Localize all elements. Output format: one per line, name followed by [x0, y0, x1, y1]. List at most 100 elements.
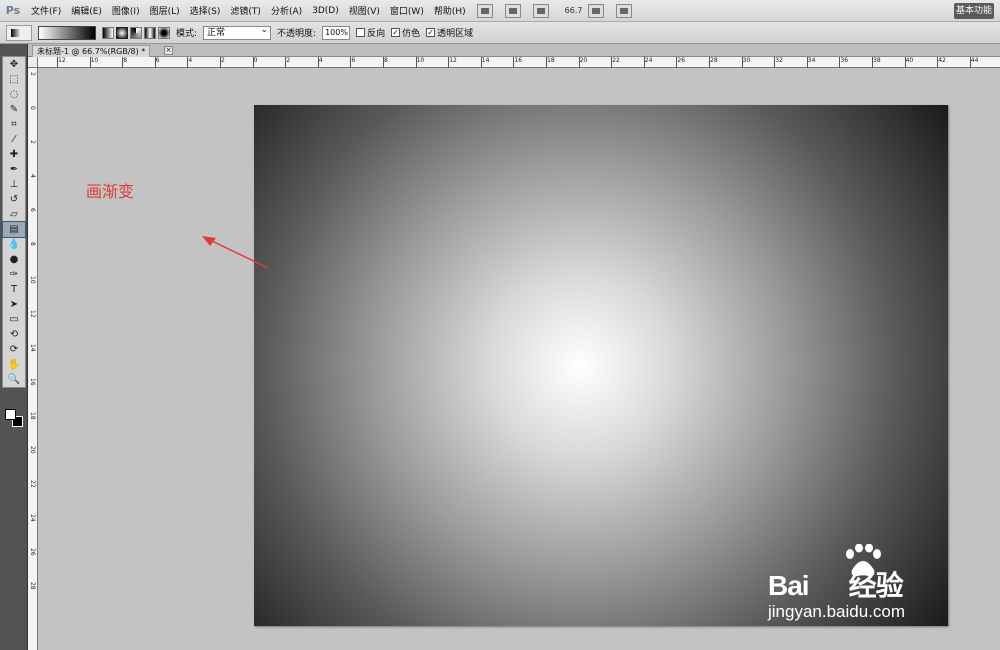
radial-gradient-button[interactable]	[116, 26, 128, 39]
annotation-arrow-icon	[202, 236, 269, 269]
pen-tool-icon[interactable]: ✑	[3, 267, 25, 282]
angle-gradient-button[interactable]	[130, 26, 142, 39]
menu-select[interactable]: 选择(S)	[185, 4, 226, 17]
mode-label: 模式:	[176, 29, 198, 39]
tool-preset-picker[interactable]	[6, 24, 32, 41]
lasso-tool-icon[interactable]: ◌	[3, 87, 25, 102]
zoom-tool-icon[interactable]: 🔍	[3, 372, 25, 387]
ruler-tick-label: 40	[904, 57, 914, 68]
zoom-level[interactable]: 66.7	[565, 6, 583, 15]
dither-label: 仿色	[402, 29, 421, 39]
foreground-color-swatch[interactable]	[5, 409, 16, 420]
screen-mode-button[interactable]	[616, 3, 633, 18]
ruler-tick-label: 24	[29, 514, 36, 522]
menu-filter[interactable]: 滤镜(T)	[225, 4, 266, 17]
workspace-switcher[interactable]: 基本功能	[954, 3, 994, 19]
blur-tool-icon[interactable]: 💧	[3, 237, 25, 252]
dither-box[interactable]: ✓	[391, 28, 401, 37]
path-select-tool-icon[interactable]: ➤	[3, 297, 25, 312]
reverse-box[interactable]	[356, 28, 366, 37]
ruler-tick-label: 28	[29, 582, 36, 590]
tools-panel: ✥ ⬚ ◌ ✎ ⌗ ⁄ ✚ ✒ ⊥ ↺ ▱ ▤ 💧 ● ✑ T ➤ ▭ ⟲ ⟳ …	[0, 44, 28, 650]
app-logo: Ps	[5, 4, 21, 17]
ruler-tick-label: 12	[57, 57, 66, 68]
ruler-tick-label: 34	[806, 57, 816, 68]
menu-file[interactable]: 文件(F)	[26, 4, 66, 17]
quick-select-tool-icon[interactable]: ✎	[3, 102, 25, 117]
document-tab[interactable]: 未标题-1 @ 66.7%(RGB/8) *	[32, 45, 151, 57]
document-tab-bar: 未标题-1 @ 66.7%(RGB/8) * ×	[28, 44, 1000, 57]
tools-list: ✥ ⬚ ◌ ✎ ⌗ ⁄ ✚ ✒ ⊥ ↺ ▱ ▤ 💧 ● ✑ T ➤ ▭ ⟲ ⟳ …	[2, 56, 26, 388]
mini-bridge-button[interactable]	[504, 3, 521, 18]
ruler-tick-label: 38	[872, 57, 881, 68]
options-bar: 模式: 正常 不透明度: 100% 反向 ✓仿色 ✓透明区域	[0, 22, 1000, 44]
crop-tool-icon[interactable]: ⌗	[3, 117, 25, 132]
ruler-tick-label: 20	[29, 446, 36, 454]
reverse-checkbox[interactable]: 反向	[356, 26, 385, 39]
annotation-label: 画渐变	[86, 182, 135, 201]
eyedropper-tool-icon[interactable]: ⁄	[3, 132, 25, 147]
marquee-tool-icon[interactable]: ⬚	[3, 72, 25, 87]
ruler-tick-label: 28	[709, 57, 718, 68]
gradient-editor-swatch[interactable]	[38, 25, 96, 40]
ruler-tick-label: 0	[252, 57, 258, 68]
ruler-tick-label: 10	[415, 57, 425, 68]
eraser-tool-icon[interactable]: ▱	[3, 207, 25, 222]
arrange-documents-button[interactable]	[588, 3, 605, 18]
menu-edit[interactable]: 编辑(E)	[66, 4, 107, 17]
ruler-tick-label: 42	[937, 57, 946, 68]
ruler-tick-label: 10	[29, 276, 36, 284]
3d-rotate-tool-icon[interactable]: ⟲	[3, 327, 25, 342]
ruler-tick-label: 18	[546, 57, 555, 68]
3d-orbit-tool-icon[interactable]: ⟳	[3, 342, 25, 357]
watermark-brand-bai: Bai	[768, 570, 810, 601]
reflected-gradient-button[interactable]	[144, 26, 156, 39]
dither-checkbox[interactable]: ✓ 仿色	[391, 26, 420, 39]
transparency-label: 透明区域	[437, 29, 474, 39]
ruler-origin[interactable]	[28, 57, 38, 68]
mode-select[interactable]: 正常	[203, 24, 272, 40]
ruler-tick-label: 8	[122, 57, 128, 68]
ruler-tick-label: 30	[741, 57, 751, 68]
brush-tool-icon[interactable]: ✒	[3, 162, 25, 177]
dodge-tool-icon[interactable]: ●	[3, 252, 25, 267]
healing-brush-tool-icon[interactable]: ✚	[3, 147, 25, 162]
transparency-checkbox[interactable]: ✓ 透明区域	[426, 26, 473, 39]
menu-image[interactable]: 图像(I)	[107, 4, 145, 17]
ruler-tick-label: 36	[839, 57, 849, 68]
type-tool-icon[interactable]: T	[3, 282, 25, 297]
ruler-tick-label: 32	[774, 57, 783, 68]
horizontal-ruler[interactable]: 12 10 8 6 4 2 0 2 4 6 8 10 12 14 16 18 20 22 24 26 28 30 32 34 3…	[38, 57, 1000, 68]
linear-gradient-button[interactable]	[102, 26, 114, 39]
ruler-tick-label: 14	[480, 57, 490, 68]
shape-tool-icon[interactable]: ▭	[3, 312, 25, 327]
vertical-ruler[interactable]: 2 0 2 4 6 8 10 12 14 16 18 20 22 24 26 28	[28, 68, 38, 650]
ruler-tick-label: 6	[154, 57, 160, 68]
history-brush-tool-icon[interactable]: ↺	[3, 192, 25, 207]
ruler-tick-label: 12	[448, 57, 457, 68]
diamond-gradient-button[interactable]	[158, 26, 170, 39]
ruler-tick-label: 10	[89, 57, 99, 68]
menu-3d[interactable]: 3D(D)	[307, 6, 344, 16]
close-icon[interactable]: ×	[164, 46, 173, 55]
hand-tool-icon[interactable]: ✋	[3, 357, 25, 372]
move-tool-icon[interactable]: ✥	[3, 57, 25, 72]
gradient-tool-icon[interactable]: ▤	[2, 221, 26, 238]
ruler-tick-label: 2	[220, 57, 225, 68]
ruler-tick-label: 16	[513, 57, 523, 68]
transparency-box[interactable]: ✓	[426, 28, 436, 37]
ruler-tick-label: 6	[350, 57, 356, 68]
ruler-tick-label: 24	[643, 57, 653, 68]
view-extras-button[interactable]	[532, 3, 549, 18]
menu-help[interactable]: 帮助(H)	[429, 4, 471, 17]
ruler-tick-label: 14	[29, 344, 36, 352]
menu-layer[interactable]: 图层(L)	[145, 4, 185, 17]
menu-view[interactable]: 视图(V)	[344, 4, 385, 17]
opacity-input[interactable]: 100%	[322, 25, 351, 40]
bridge-button[interactable]	[476, 3, 493, 18]
watermark-brand-jingyan: 经验	[848, 570, 904, 601]
baidu-watermark: Bai 经验 jingyan.baidu.com	[768, 544, 948, 628]
menu-analysis[interactable]: 分析(A)	[266, 4, 307, 17]
clone-stamp-tool-icon[interactable]: ⊥	[3, 177, 25, 192]
menu-window[interactable]: 窗口(W)	[385, 4, 429, 17]
